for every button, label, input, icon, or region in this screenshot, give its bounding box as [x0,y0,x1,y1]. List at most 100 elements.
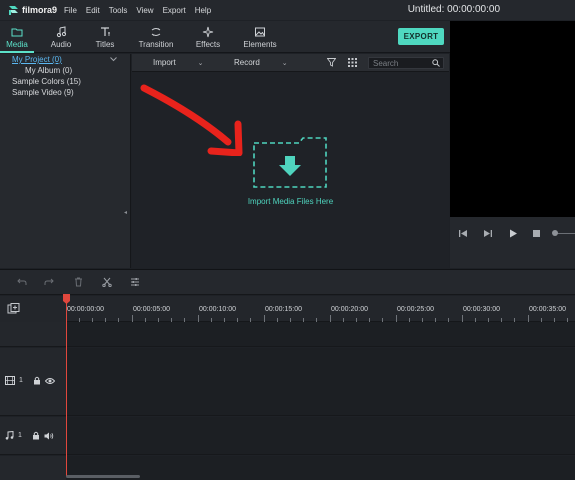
tab-transition-label: Transition [138,40,174,49]
video-track-number: 1 [19,377,23,384]
ruler-tick-label: 00:00:10:00 [199,306,236,313]
tab-titles-label: Titles [95,40,115,49]
media-tabs: Media Audio Titles Transition Effects El… [0,21,450,53]
menu-edit[interactable]: Edit [86,6,100,15]
ruler-header [0,296,66,322]
menu-view[interactable]: View [136,6,153,15]
media-toolbar: Import ⌄ Record ⌄ Search [132,54,449,72]
collapse-panel-handle[interactable]: ◂ [124,209,127,216]
volume-slider-knob[interactable] [552,230,558,236]
tab-elements-label: Elements [243,40,277,49]
undo-icon[interactable] [17,277,27,286]
chevron-down-icon: ⌄ [281,60,288,67]
tab-effects-label: Effects [195,40,221,49]
audio-track-header: 1 [0,417,66,455]
ruler-tick-label: 00:00:25:00 [397,306,434,313]
lock-icon[interactable] [32,431,40,440]
search-placeholder: Search [373,59,399,68]
playhead-line[interactable] [66,296,67,476]
video-track-controls: 1 [5,376,55,385]
filmora-logo-icon [9,5,18,15]
menu-tools[interactable]: Tools [109,6,128,15]
audio-track[interactable] [66,417,575,455]
timeline-ruler[interactable]: 00:00:00:00 00:00:05:00 00:00:10:00 00:0… [66,296,575,322]
tab-transition[interactable]: Transition [133,21,179,53]
ruler-tick-label: 00:00:00:00 [67,306,104,313]
red-arrow-annotation [140,84,243,156]
project-name: Untitled: [407,4,445,15]
import-dropdown[interactable]: Import ⌄ [153,58,204,67]
project-timecode: 00:00:00:00 [447,4,500,15]
track-empty[interactable] [66,322,575,347]
record-dropdown-label: Record [234,58,260,67]
text-icon [101,27,110,36]
ruler-tick-label: 00:00:20:00 [331,306,368,313]
menubar: filmora9 File Edit Tools View Export Hel… [0,0,575,20]
record-dropdown[interactable]: Record ⌄ [234,58,288,67]
tab-elements[interactable]: Elements [240,21,280,53]
track-header-bottom [0,456,66,480]
chevron-down-icon[interactable] [110,57,117,62]
app-logo-text: filmora9 [22,5,58,15]
library-panel: My Project (0) My Album (0) Sample Color… [0,54,131,314]
audio-track-number: 1 [18,432,22,439]
menu-help[interactable]: Help [195,6,211,15]
speaker-icon[interactable] [44,432,54,440]
add-track-icon[interactable] [7,303,20,315]
search-icon[interactable] [432,59,440,67]
previous-frame-icon[interactable] [458,229,468,238]
tab-titles[interactable]: Titles [88,21,122,53]
video-track[interactable] [66,348,575,416]
music-note-icon [5,431,14,440]
menu-file[interactable]: File [64,6,77,15]
track-bottom[interactable] [66,456,575,480]
ruler-tick-label: 00:00:30:00 [463,306,500,313]
preview-controls [450,217,575,268]
project-title: Untitled: 00:00:00:00 [408,4,500,15]
music-note-icon [56,26,67,38]
lock-icon[interactable] [33,376,41,385]
transition-icon [151,28,161,36]
ruler-tick-label: 00:00:35:00 [529,306,566,313]
library-item-my-project[interactable]: My Project (0) [12,55,62,66]
media-area: Import ⌄ Record ⌄ Search Import Media File… [132,54,449,268]
eye-icon[interactable] [44,377,55,385]
video-track-header: 1 [0,348,66,416]
export-button[interactable]: EXPORT [398,28,444,45]
library-item-sample-video[interactable]: Sample Video (9) [12,88,74,99]
app-logo: filmora9 [8,5,64,16]
track-header-empty [0,322,66,347]
grid-view-icon[interactable] [348,58,357,67]
folder-icon [11,28,23,37]
ruler-tick-label: 00:00:05:00 [133,306,170,313]
adjust-icon[interactable] [130,277,140,287]
stop-icon[interactable] [532,229,541,238]
play-icon[interactable] [508,229,518,238]
delete-icon[interactable] [74,277,83,287]
film-icon [5,376,15,385]
import-dropdown-label: Import [153,58,176,67]
timeline-toolbar [0,269,575,295]
tab-effects[interactable]: Effects [191,21,225,53]
cut-icon[interactable] [102,277,112,287]
playhead-handle[interactable] [63,294,70,304]
import-media-label[interactable]: Import Media Files Here [132,197,449,206]
search-input[interactable]: Search [368,57,444,69]
folder-download-icon [253,137,327,188]
library-item-my-album[interactable]: My Album (0) [25,66,72,77]
library-item-sample-colors[interactable]: Sample Colors (15) [12,77,81,88]
tab-media-label: Media [6,40,28,49]
chevron-down-icon: ⌄ [197,60,204,67]
menu-export[interactable]: Export [163,6,186,15]
redo-icon[interactable] [44,277,54,286]
timeline-horizontal-scrollbar[interactable] [66,475,140,478]
image-icon [255,27,265,37]
sparkle-icon [202,26,214,38]
audio-track-controls: 1 [5,431,54,440]
filter-icon[interactable] [327,58,336,67]
tab-media[interactable]: Media [0,21,34,53]
import-drop-zone[interactable] [253,137,328,188]
tab-audio-label: Audio [50,40,72,49]
next-frame-icon[interactable] [483,229,493,238]
tab-audio[interactable]: Audio [44,21,78,53]
